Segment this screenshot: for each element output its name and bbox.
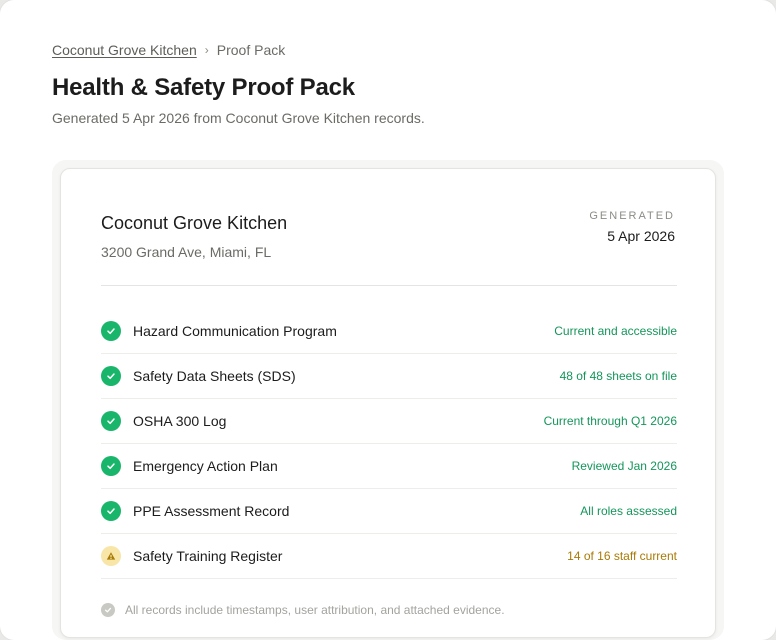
record-label: Hazard Communication Program <box>133 323 337 339</box>
generated-label: GENERATED <box>589 210 675 222</box>
record-row: Hazard Communication Program Current and … <box>101 309 677 354</box>
breadcrumb-current: Proof Pack <box>216 42 286 58</box>
proof-pack-card: Coconut Grove Kitchen 3200 Grand Ave, Mi… <box>60 168 716 638</box>
record-status: Current through Q1 2026 <box>543 414 677 428</box>
record-label: Safety Training Register <box>133 548 283 564</box>
page-subtitle: Generated 5 Apr 2026 from Coconut Grove … <box>52 110 425 126</box>
check-icon <box>101 456 121 476</box>
breadcrumb-separator: › <box>204 43 209 57</box>
record-row: Safety Data Sheets (SDS) 48 of 48 sheets … <box>101 354 677 399</box>
record-row: PPE Assessment Record All roles assessed <box>101 489 677 534</box>
records-list: Hazard Communication Program Current and … <box>101 309 677 579</box>
kitchen-address: 3200 Grand Ave, Miami, FL <box>101 244 272 260</box>
check-icon <box>101 321 121 341</box>
record-status: Reviewed Jan 2026 <box>571 459 677 473</box>
record-row: Emergency Action Plan Reviewed Jan 2026 <box>101 444 677 489</box>
footnote: All records include timestamps, user att… <box>101 603 505 617</box>
record-status: All roles assessed <box>580 504 677 518</box>
record-status: 48 of 48 sheets on file <box>559 369 677 383</box>
record-label: OSHA 300 Log <box>133 413 227 429</box>
warning-icon <box>101 546 121 566</box>
check-icon <box>101 501 121 521</box>
check-icon <box>101 603 115 617</box>
generated-date: 5 Apr 2026 <box>607 228 675 244</box>
divider <box>101 285 677 286</box>
app-window: Coconut Grove Kitchen › Proof Pack Healt… <box>0 0 776 640</box>
record-label: Safety Data Sheets (SDS) <box>133 368 296 384</box>
record-status: Current and accessible <box>554 324 677 338</box>
check-icon <box>101 411 121 431</box>
record-row: Safety Training Register 14 of 16 staff c… <box>101 534 677 579</box>
footnote-text: All records include timestamps, user att… <box>125 603 505 617</box>
page-title: Health & Safety Proof Pack <box>52 74 355 101</box>
record-row: OSHA 300 Log Current through Q1 2026 <box>101 399 677 444</box>
breadcrumb: Coconut Grove Kitchen › Proof Pack <box>52 42 285 58</box>
check-icon <box>101 366 121 386</box>
record-label: PPE Assessment Record <box>133 503 290 519</box>
record-label: Emergency Action Plan <box>133 458 278 474</box>
breadcrumb-link-kitchen[interactable]: Coconut Grove Kitchen <box>52 42 197 58</box>
record-status: 14 of 16 staff current <box>567 549 677 563</box>
kitchen-name: Coconut Grove Kitchen <box>101 213 288 233</box>
